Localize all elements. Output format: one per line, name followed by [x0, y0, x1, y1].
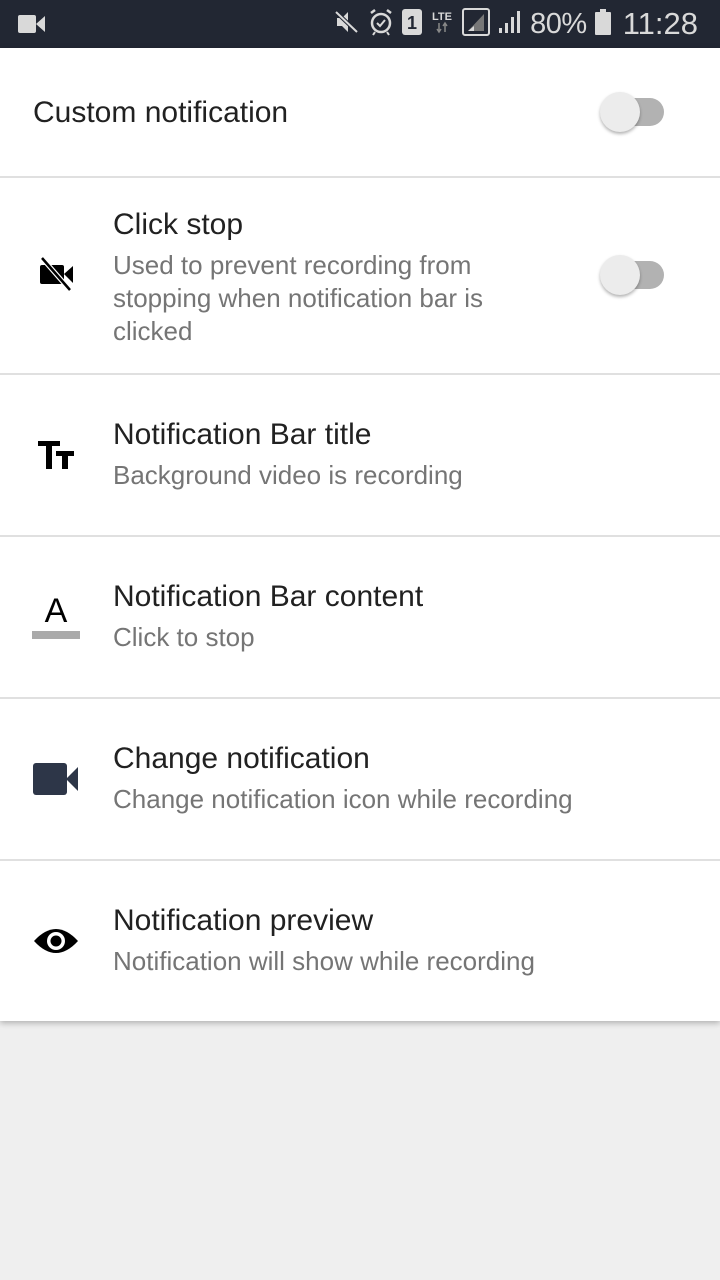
setting-change-notification[interactable]: Change notification Change notification … [0, 699, 720, 861]
toggle-thumb [600, 255, 640, 295]
alarm-icon [368, 8, 394, 41]
videocam-icon [28, 751, 84, 807]
eye-icon [28, 913, 84, 969]
status-bar: 1 LTE 80% 11:28 [0, 0, 720, 48]
setting-notification-preview[interactable]: Notification preview Notification will s… [0, 861, 720, 1021]
settings-list: Custom notification Click stop Used to p… [0, 48, 720, 1021]
battery-icon [594, 8, 611, 40]
clock: 11:28 [622, 6, 698, 41]
setting-subtitle: Change notification icon while recording [113, 784, 573, 814]
custom-notification-toggle[interactable] [600, 88, 666, 136]
toggle-thumb [600, 92, 640, 132]
videocam-icon [18, 14, 46, 39]
setting-subtitle: Notification will show while recording [113, 946, 535, 976]
setting-title: Notification preview [113, 904, 374, 937]
setting-subtitle: Used to prevent recording from stopping … [113, 250, 484, 346]
setting-subtitle: Click to stop [113, 622, 255, 652]
setting-custom-notification[interactable]: Custom notification [0, 48, 720, 178]
svg-text:LTE: LTE [432, 11, 452, 23]
setting-subtitle: Background video is recording [113, 460, 463, 490]
vibrate-mute-icon [334, 9, 360, 40]
battery-percent: 80% [530, 7, 587, 40]
color-bar [32, 631, 80, 639]
videocam-off-icon [28, 246, 84, 302]
setting-title: Change notification [113, 742, 370, 775]
setting-title: Custom notification [33, 96, 289, 129]
svg-text:1: 1 [407, 13, 417, 33]
text-size-icon [28, 427, 84, 483]
setting-notification-bar-content[interactable]: A Notification Bar content Click to stop [0, 537, 720, 699]
setting-title: Notification Bar content [113, 580, 424, 613]
setting-click-stop[interactable]: Click stop Used to prevent recording fro… [0, 178, 720, 375]
setting-title: Click stop [113, 208, 244, 241]
sim-1-icon: 1 [402, 8, 423, 40]
click-stop-toggle[interactable] [600, 251, 666, 299]
setting-title: Notification Bar title [113, 418, 372, 451]
lte-icon: LTE [430, 9, 454, 40]
setting-notification-bar-title[interactable]: Notification Bar title Background video … [0, 375, 720, 537]
signal-sim1-icon [462, 7, 491, 41]
text-format-icon: A [28, 589, 84, 645]
signal-sim2-icon [498, 10, 522, 39]
